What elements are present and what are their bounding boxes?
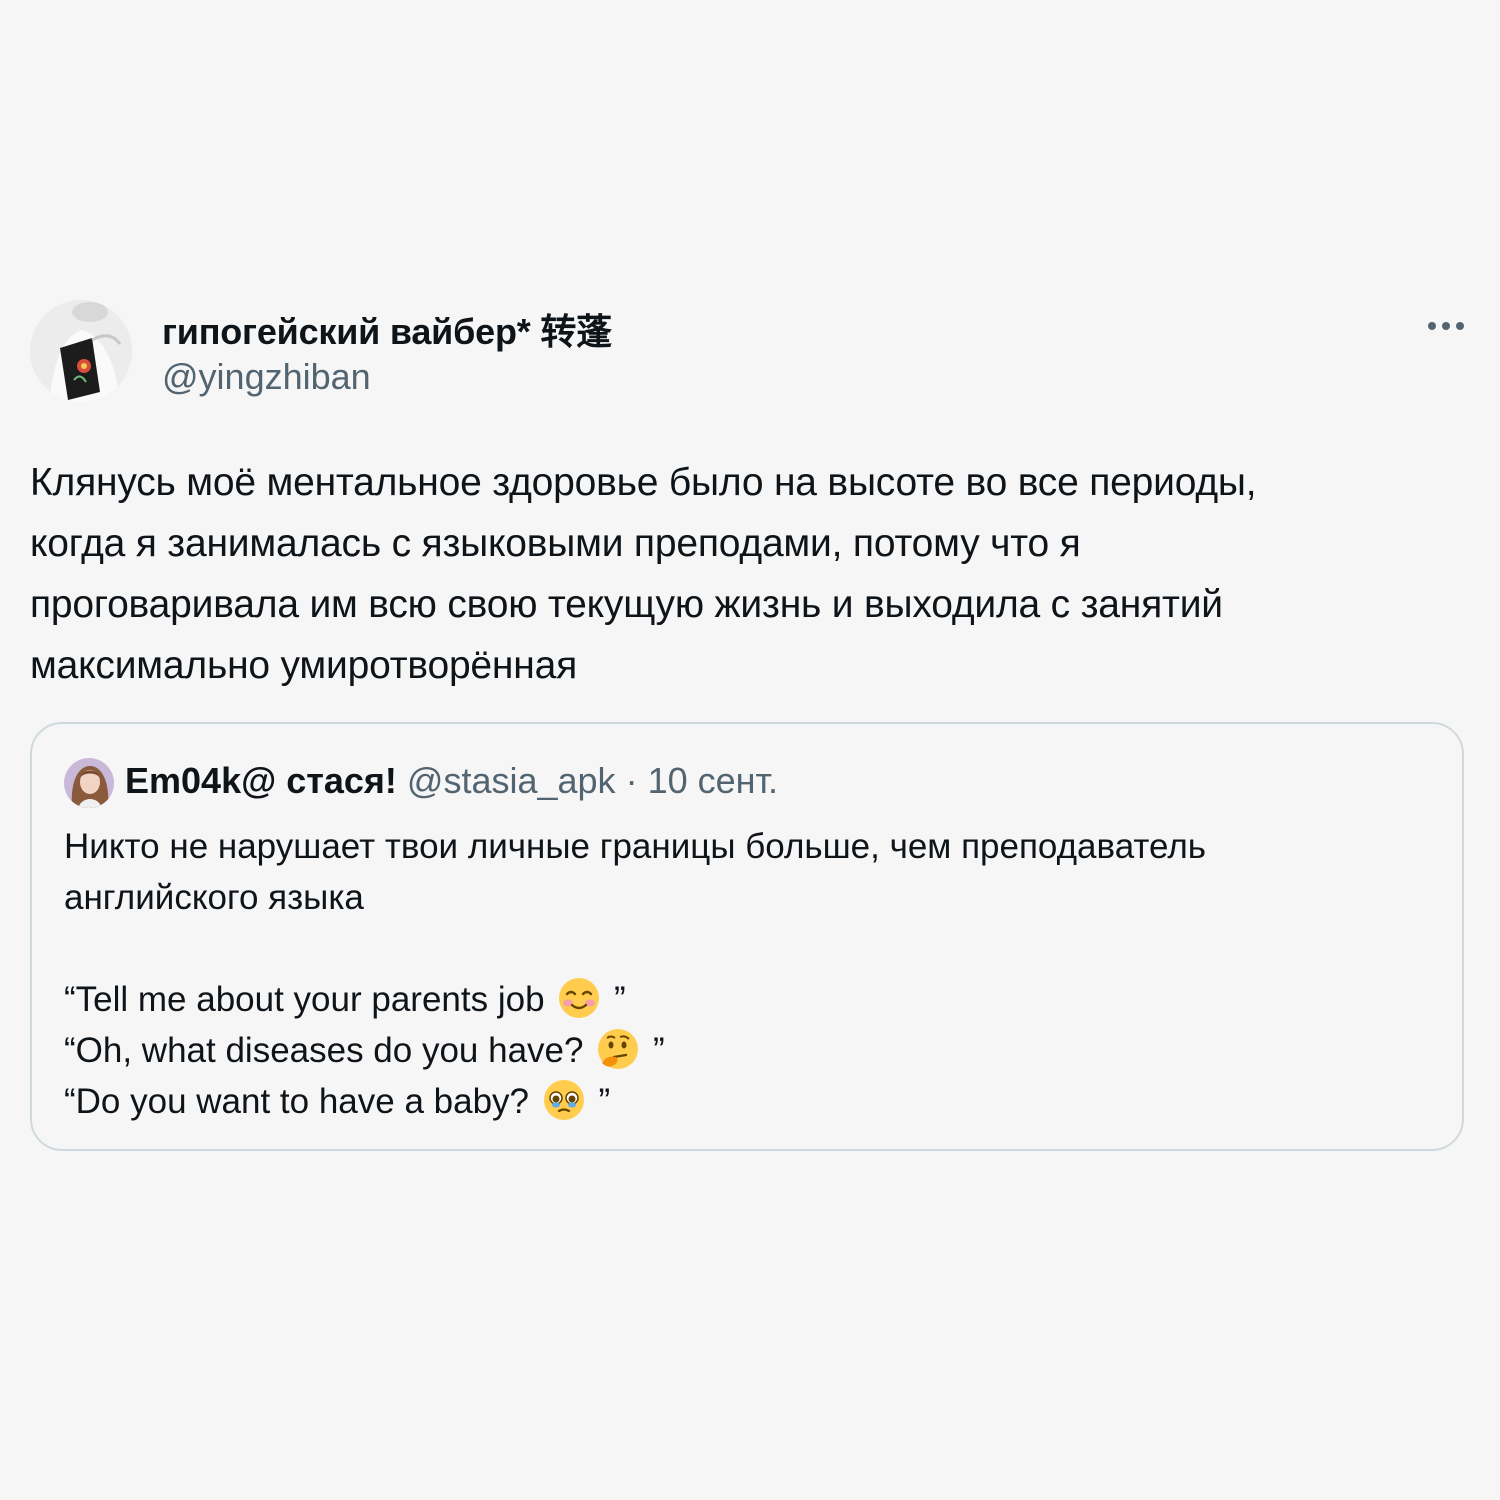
quoted-question-close: ”	[598, 1082, 611, 1121]
quoted-text-line: английского языка	[64, 878, 364, 917]
quoted-header: Em04k@ стася! @stasia_apk · 10 сент.	[125, 760, 778, 802]
tweet-text-line: проговаривала им всю свою текущую жизнь …	[30, 583, 1223, 626]
tweet-text-line: Клянусь моё ментальное здоровье было на …	[30, 461, 1257, 504]
thinking-face-icon	[596, 1027, 640, 1071]
author-display-name[interactable]: гипогейский вайбер* 转蓬	[162, 303, 612, 355]
quoted-text: Никто не нарушает твои личные границы бо…	[64, 821, 1434, 1127]
quoted-tweet[interactable]: Em04k@ стася! @stasia_apk · 10 сент. Ник…	[30, 722, 1464, 1151]
pleading-face-icon	[542, 1078, 586, 1122]
more-horizontal-icon-dot	[1442, 322, 1450, 330]
more-options-button[interactable]	[1420, 304, 1472, 348]
quoted-text-line: Никто не нарушает твои личные границы бо…	[64, 827, 1206, 866]
quoted-question-line: “Oh, what diseases do you have? ”	[64, 1025, 1434, 1076]
smiling-face-icon	[557, 976, 601, 1020]
author-handle[interactable]: @yingzhiban	[162, 356, 371, 398]
quoted-date[interactable]: 10 сент.	[648, 760, 778, 801]
author-avatar-image	[30, 300, 132, 402]
more-horizontal-icon	[1428, 322, 1436, 330]
quoted-display-name[interactable]: Em04k@ стася!	[125, 760, 397, 801]
quoted-question-text: “Oh, what diseases do you have?	[64, 1031, 584, 1070]
quoted-question-line: “Tell me about your parents job ”	[64, 974, 1434, 1025]
quoted-question-text: “Do you want to have a baby?	[64, 1082, 530, 1121]
quoted-author-avatar[interactable]	[64, 758, 114, 808]
quoted-handle[interactable]: @stasia_apk	[407, 760, 616, 801]
author-avatar[interactable]	[30, 300, 132, 402]
more-horizontal-icon-dot	[1456, 322, 1464, 330]
tweet-text: Клянусь моё ментальное здоровье было на …	[30, 452, 1460, 696]
tweet-text-line: когда я занималась с языковыми преподами…	[30, 522, 1081, 565]
quoted-question-line: “Do you want to have a baby? ”	[64, 1076, 1434, 1127]
quoted-blank-line	[64, 923, 1434, 974]
tweet: гипогейский вайбер* 转蓬 @yingzhiban Кляну…	[0, 0, 1500, 1500]
quoted-question-text: “Tell me about your parents job	[64, 980, 545, 1019]
tweet-text-line: максимально умиротворённая	[30, 644, 578, 687]
quoted-question-close: ”	[652, 1031, 665, 1070]
quoted-separator: ·	[625, 760, 638, 801]
quoted-author-avatar-image	[64, 758, 114, 808]
quoted-question-close: ”	[614, 980, 626, 1019]
